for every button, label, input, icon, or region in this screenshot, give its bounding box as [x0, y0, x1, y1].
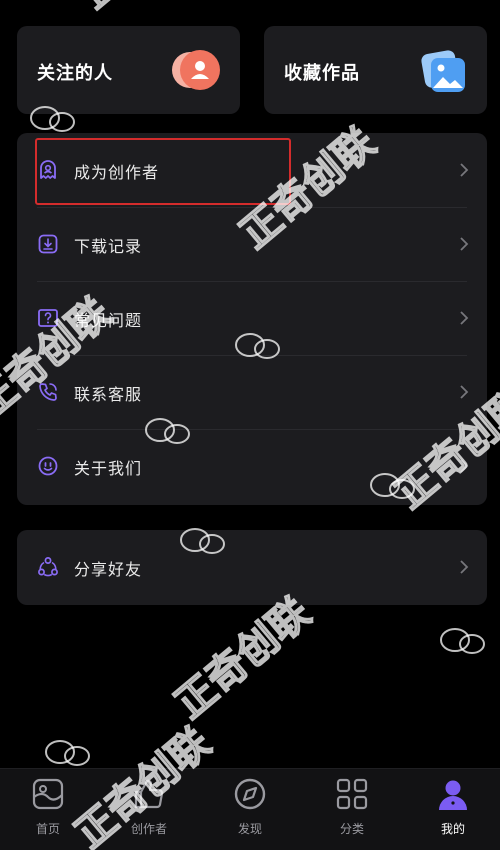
tab-creator[interactable]: 创作者: [109, 777, 189, 847]
menu-item-label: 下载记录: [74, 237, 143, 256]
chevron-right-icon: [460, 311, 469, 325]
tab-label: 发现: [237, 822, 262, 836]
smile-icon: [38, 456, 58, 476]
question-icon: [38, 309, 58, 327]
chevron-right-icon: [460, 385, 469, 399]
menu-item-contact-support[interactable]: 联系客服: [17, 355, 487, 429]
photo-badge-icon: [421, 50, 465, 92]
tab-label: 首页: [35, 822, 60, 836]
menu-item-label: 分享好友: [74, 560, 143, 579]
following-label: 关注的人: [37, 63, 113, 84]
menu-item-label: 常见问题: [74, 311, 143, 330]
share-card: 分享好友: [17, 530, 487, 605]
home-icon: [32, 778, 64, 810]
following-card[interactable]: 关注的人: [17, 26, 240, 114]
top-cards: 关注的人 收藏作品: [17, 26, 487, 114]
tab-discover[interactable]: 发现: [210, 777, 290, 847]
bottom-tab-bar: 首页 创作者 发现 分类 我的: [0, 768, 500, 850]
menu-item-faq[interactable]: 常见问题: [17, 281, 487, 355]
menu-item-about-us[interactable]: 关于我们: [17, 429, 487, 503]
watermark-text: 正奇创联: [75, 0, 205, 17]
menu-item-download-history[interactable]: 下载记录: [17, 207, 487, 281]
menu-item-label: 联系客服: [74, 385, 143, 404]
chevron-right-icon: [460, 237, 469, 251]
tab-label: 分类: [339, 822, 364, 836]
menu-item-label: 关于我们: [74, 459, 143, 478]
tab-home[interactable]: 首页: [8, 777, 88, 847]
chevron-right-icon: [460, 560, 469, 574]
download-icon: [38, 234, 58, 254]
person-badge-icon: [172, 50, 220, 90]
highlight-box: [35, 138, 291, 205]
phone-icon: [39, 383, 57, 401]
tab-me[interactable]: 我的: [413, 777, 493, 847]
grid-icon: [336, 778, 368, 810]
chevron-right-icon: [460, 459, 469, 473]
favorites-label: 收藏作品: [284, 63, 360, 84]
share-icon: [38, 557, 58, 577]
tab-label: 我的: [440, 822, 465, 836]
menu-item-share-friends[interactable]: 分享好友: [17, 530, 487, 605]
profile-icon: [439, 780, 467, 810]
compass-icon: [234, 778, 266, 810]
favorites-card[interactable]: 收藏作品: [264, 26, 487, 114]
watermark-text: 正奇创联: [167, 590, 319, 728]
tab-label: 创作者: [130, 822, 167, 836]
tab-categories[interactable]: 分类: [312, 777, 392, 847]
chevron-right-icon: [460, 163, 469, 177]
thumbs-up-icon: [134, 779, 164, 809]
